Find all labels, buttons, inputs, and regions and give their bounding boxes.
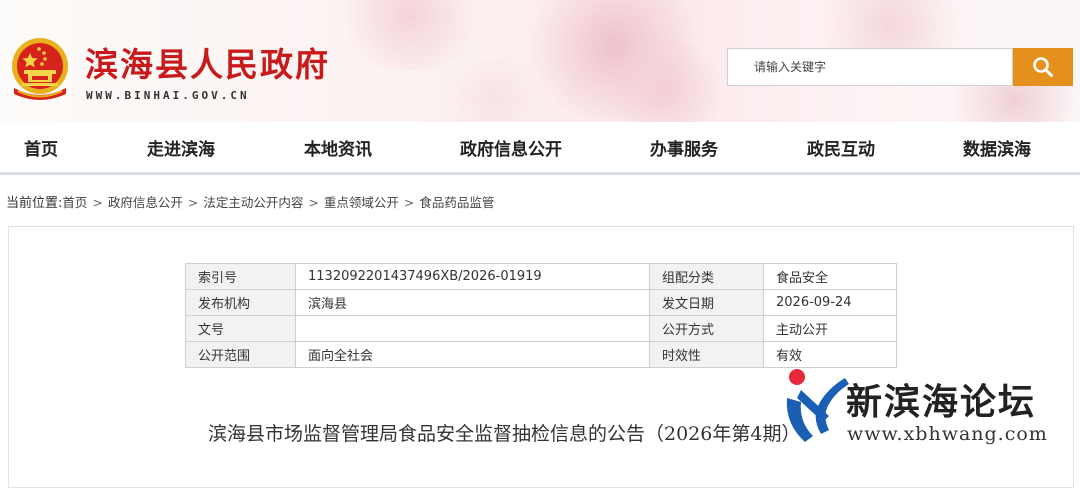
national-emblem-icon bbox=[12, 38, 68, 100]
table-row: 公开范围 面向全社会 时效性 有效 bbox=[185, 341, 897, 368]
table-row: 发布机构 滨海县 发文日期 2026-09-24 bbox=[185, 289, 897, 316]
site-title[interactable]: 滨海县人民政府 bbox=[85, 38, 330, 86]
nav-item-gov-info[interactable]: 政府信息公开 bbox=[460, 135, 562, 160]
breadcrumb-separator: > bbox=[403, 195, 415, 210]
main-nav: 首页 走进滨海 本地资讯 政府信息公开 办事服务 政民互动 数据滨海 bbox=[0, 122, 1080, 175]
meta-key: 时效性 bbox=[649, 341, 764, 368]
meta-key: 组配分类 bbox=[649, 263, 764, 290]
xbh-logo-icon bbox=[786, 369, 849, 442]
nav-item-interaction[interactable]: 政民互动 bbox=[807, 135, 875, 160]
meta-value: 2026-09-24 bbox=[763, 289, 897, 316]
nav-item-about[interactable]: 走进滨海 bbox=[147, 135, 215, 160]
breadcrumb-item[interactable]: 法定主动公开内容 bbox=[203, 195, 303, 210]
blossom-decoration bbox=[330, 0, 490, 70]
table-row: 索引号 1132092201437496XB/2026-01919 组配分类 食… bbox=[185, 263, 897, 290]
nav-item-data[interactable]: 数据滨海 bbox=[963, 135, 1031, 160]
watermark-url: www.xbhwang.com bbox=[847, 423, 1048, 445]
document-title: 滨海县市场监督管理局食品安全监督抽检信息的公告（2026年第4期） bbox=[208, 423, 801, 445]
nav-item-news[interactable]: 本地资讯 bbox=[304, 135, 372, 160]
meta-value: 主动公开 bbox=[763, 315, 897, 342]
search-input[interactable] bbox=[727, 48, 1013, 86]
meta-value bbox=[295, 315, 650, 342]
site-url: WWW.BINHAI.GOV.CN bbox=[86, 89, 250, 102]
breadcrumb-separator: > bbox=[92, 195, 103, 210]
meta-value: 有效 bbox=[763, 341, 897, 368]
site-header: 滨海县人民政府 WWW.BINHAI.GOV.CN bbox=[0, 0, 1080, 122]
search-icon bbox=[1033, 57, 1053, 77]
nav-item-home[interactable]: 首页 bbox=[24, 135, 58, 160]
watermark-name: 新滨海论坛 bbox=[846, 382, 1037, 423]
metadata-table: 索引号 1132092201437496XB/2026-01919 组配分类 食… bbox=[185, 263, 897, 368]
meta-key: 公开范围 bbox=[185, 341, 296, 368]
meta-value: 1132092201437496XB/2026-01919 bbox=[295, 263, 650, 290]
meta-value: 面向全社会 bbox=[295, 341, 650, 368]
breadcrumb-item[interactable]: 首页 bbox=[62, 195, 87, 210]
breadcrumb-separator: > bbox=[308, 195, 319, 210]
breadcrumb-item[interactable]: 重点领域公开 bbox=[324, 195, 399, 210]
meta-key: 公开方式 bbox=[649, 315, 764, 342]
table-row: 文号 公开方式 主动公开 bbox=[185, 315, 897, 342]
meta-key: 索引号 bbox=[185, 263, 296, 290]
meta-value: 食品安全 bbox=[763, 263, 897, 290]
nav-item-services[interactable]: 办事服务 bbox=[650, 135, 718, 160]
breadcrumb-label: 当前位置: bbox=[6, 196, 63, 211]
meta-value: 滨海县 bbox=[295, 289, 650, 316]
meta-key: 发布机构 bbox=[185, 289, 296, 316]
breadcrumb: 当前位置:首页 > 政府信息公开 > 法定主动公开内容 > 重点领域公开 > 食品药品监管 bbox=[6, 192, 494, 211]
breadcrumb-item[interactable]: 政府信息公开 bbox=[108, 195, 183, 210]
breadcrumb-item[interactable]: 食品药品监管 bbox=[419, 195, 494, 210]
meta-key: 发文日期 bbox=[649, 289, 764, 316]
breadcrumb-separator: > bbox=[187, 195, 199, 210]
search-button[interactable] bbox=[1013, 48, 1073, 86]
meta-key: 文号 bbox=[185, 315, 296, 342]
